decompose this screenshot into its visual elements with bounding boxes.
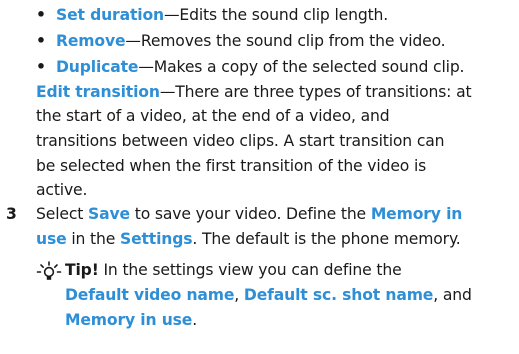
bullet-description: —Makes a copy of the selected sound clip… bbox=[138, 58, 465, 76]
step-number: 3 bbox=[6, 205, 17, 223]
step-3-line-2: use in the Settings. The default is the … bbox=[36, 229, 461, 250]
keyword-edit-transition: Edit transition bbox=[36, 83, 160, 101]
step-text: Select bbox=[36, 205, 89, 223]
bullet-item-set-duration: • Set duration—Edits the sound clip lengt… bbox=[36, 5, 388, 26]
edit-transition-line-1: Edit transition—There are three types of… bbox=[36, 82, 472, 103]
edit-transition-line-2: the start of a video, at the end of a vi… bbox=[36, 107, 390, 125]
step-3-line-1: Select Save to save your video. Define t… bbox=[36, 204, 462, 225]
keyword-memory-in: Memory in bbox=[370, 205, 463, 223]
manual-page: • Set duration—Edits the sound clip lengt… bbox=[0, 0, 519, 354]
step-text: . The default is the phone memory. bbox=[192, 230, 461, 248]
step-text: to save your video. Define the bbox=[129, 205, 371, 223]
tip-label: Tip! bbox=[65, 261, 99, 279]
bullet-dot: • bbox=[36, 32, 46, 50]
bullet-description: —Edits the sound clip length. bbox=[163, 6, 389, 24]
tip-text: , bbox=[234, 286, 244, 304]
edit-transition-text: —There are three types of transitions: a… bbox=[159, 83, 472, 101]
edit-transition-line-5: active. bbox=[36, 181, 88, 199]
bullet-description: —Removes the sound clip from the video. bbox=[125, 32, 446, 50]
keyword-duplicate: Duplicate bbox=[56, 58, 139, 76]
tip-text: , and bbox=[433, 286, 472, 304]
bullet-dot: • bbox=[36, 58, 46, 76]
keyword-save: Save bbox=[88, 205, 130, 223]
keyword-settings: Settings bbox=[120, 230, 193, 248]
tip-line-3: Memory in use. bbox=[65, 310, 197, 331]
tip-line-2: Default video name, Default sc. shot nam… bbox=[65, 285, 472, 306]
bullet-dot: • bbox=[36, 6, 46, 24]
keyword-default-video-name: Default video name bbox=[65, 286, 235, 304]
bullet-item-duplicate: • Duplicate—Makes a copy of the selected … bbox=[36, 57, 465, 78]
tip-text: In the settings view you can define the bbox=[98, 261, 402, 279]
bullet-item-remove: • Remove—Removes the sound clip from the … bbox=[36, 31, 446, 52]
edit-transition-line-4: be selected when the first transition of… bbox=[36, 157, 427, 175]
lightbulb-icon bbox=[36, 261, 62, 280]
keyword-set-duration: Set duration bbox=[56, 6, 164, 24]
step-text: in the bbox=[66, 230, 120, 248]
tip-text: . bbox=[192, 311, 198, 329]
keyword-memory-in-use: Memory in use bbox=[65, 311, 193, 329]
keyword-remove: Remove bbox=[56, 32, 126, 50]
keyword-use: use bbox=[36, 230, 67, 248]
edit-transition-line-3: transitions between video clips. A start… bbox=[36, 132, 445, 150]
tip-line-1: Tip! In the settings view you can define… bbox=[65, 260, 402, 281]
keyword-default-shot-name: Default sc. shot name bbox=[243, 286, 434, 304]
